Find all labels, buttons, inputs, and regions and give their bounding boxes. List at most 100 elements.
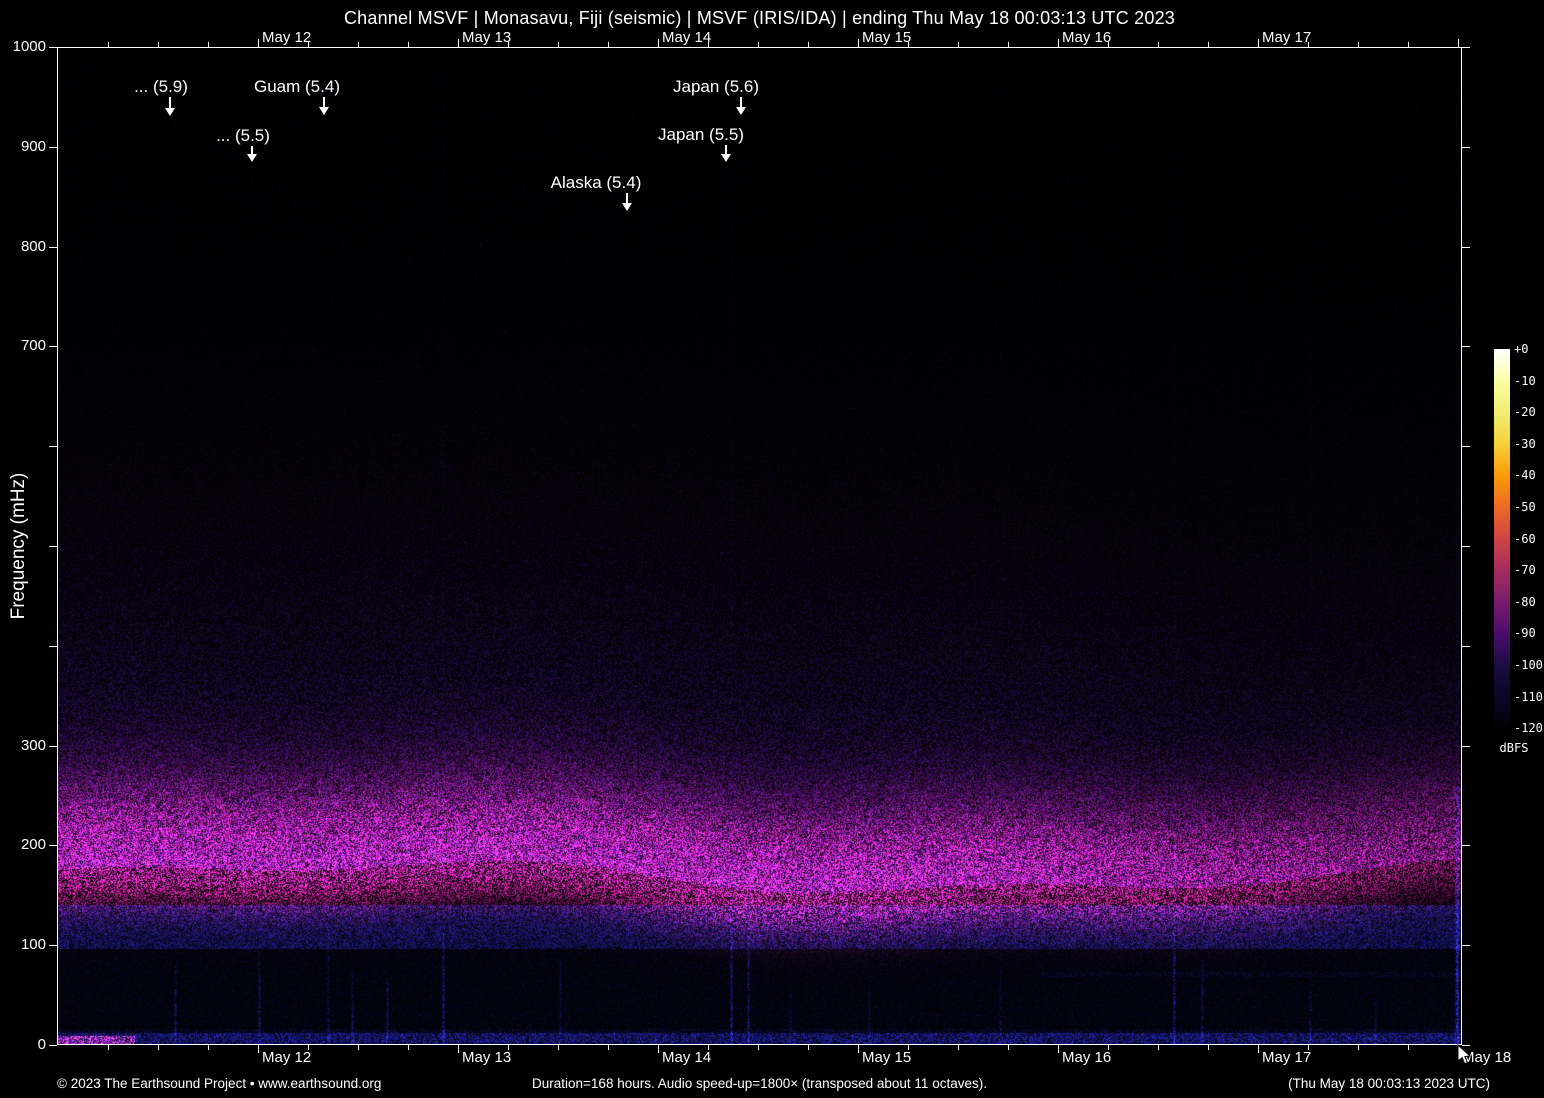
y-tick-left [49, 247, 57, 248]
x-minor-tick-top [408, 42, 409, 47]
y-tick-right [1462, 945, 1470, 946]
spectrogram-canvas [57, 47, 1462, 1045]
footer-duration-info: Duration=168 hours. Audio speed-up=1800×… [532, 1076, 987, 1091]
colorbar-tick-label: -110 [1514, 689, 1543, 704]
y-tick-left [49, 746, 57, 747]
x-minor-tick-top [208, 42, 209, 47]
colorbar-tick-label: -30 [1514, 436, 1536, 451]
y-tick-label: 900 [20, 138, 46, 155]
x-minor-tick-bottom [1358, 1045, 1359, 1050]
y-tick-right [1462, 147, 1470, 148]
y-tick-right [1462, 546, 1470, 547]
x-minor-tick-bottom [858, 1045, 859, 1053]
colorbar-tick-label: -70 [1514, 563, 1536, 578]
x-minor-tick-top [1358, 42, 1359, 47]
y-tick-right [1462, 646, 1470, 647]
x-tick-label-top: May 15 [862, 29, 912, 46]
colorbar-tick-label: -20 [1514, 405, 1536, 420]
x-minor-tick-bottom [608, 1045, 609, 1050]
annotation-arrow-down-icon [721, 145, 731, 162]
annotation-label: Alaska (5.4) [550, 173, 642, 192]
mouse-cursor-icon [1457, 1044, 1471, 1065]
x-minor-tick-bottom [1058, 1045, 1059, 1053]
colorbar-tick-label: -120 [1514, 721, 1543, 736]
x-minor-tick-bottom [1158, 1045, 1159, 1050]
y-tick-left [49, 945, 57, 946]
x-minor-tick-bottom [558, 1045, 559, 1050]
x-minor-tick-bottom [158, 1045, 159, 1050]
colorbar-unit-label: dBFS [1499, 741, 1529, 755]
x-minor-tick-bottom [108, 1045, 109, 1050]
x-tick-label-top: May 14 [662, 29, 712, 46]
chart-title: Channel MSVF | Monasavu, Fiji (seismic) … [343, 8, 1175, 28]
colorbar-tick-label: -10 [1514, 373, 1536, 388]
spectrogram-plot-area: May 12 May 13 May 14 May 15 May 16 May 17 May … [49, 29, 1511, 1066]
y-tick-right [1462, 446, 1470, 447]
x-minor-tick-bottom [1008, 1045, 1009, 1050]
x-tick-label-bottom: May 13 [462, 1049, 512, 1066]
x-minor-tick-top [958, 42, 959, 47]
x-minor-tick-top [458, 39, 459, 47]
x-tick-label-top: May 12 [262, 29, 312, 46]
y-axis-label: Frequency (mHz) [8, 472, 29, 620]
x-minor-tick-top [1408, 42, 1409, 47]
y-tick-left [49, 147, 57, 148]
footer-timestamp: (Thu May 18 00:03:13 2023 UTC) [1288, 1076, 1490, 1091]
x-axis-top-line [57, 47, 1462, 48]
x-tick-label-bottom: May 16 [1062, 1049, 1112, 1066]
y-tick-left [49, 646, 57, 647]
y-tick-right [1462, 346, 1470, 347]
x-minor-tick-bottom [458, 1045, 459, 1053]
y-tick-left [49, 47, 57, 48]
x-minor-tick-top [808, 42, 809, 47]
colorbar-tick-label: -60 [1514, 531, 1536, 546]
x-tick-label-top: May 13 [462, 29, 512, 46]
x-axis-bottom-line [57, 1044, 1462, 1045]
x-minor-tick-bottom [1258, 1045, 1259, 1053]
annotation-arrow-down-icon [165, 97, 175, 116]
x-minor-tick-top [108, 42, 109, 47]
x-tick-label-bottom: May 14 [662, 1049, 712, 1066]
x-minor-tick-bottom [1408, 1045, 1409, 1050]
spectrogram-page: Channel MSVF | Monasavu, Fiji (seismic) … [0, 0, 1544, 1098]
annotation-label: ... (5.9) [134, 77, 188, 96]
colorbar-tick-label: -50 [1514, 500, 1536, 514]
x-minor-tick-top [608, 42, 609, 47]
y-tick-left [49, 546, 57, 547]
x-minor-tick-bottom [958, 1045, 959, 1050]
x-minor-tick-bottom [408, 1045, 409, 1050]
x-tick-label-top: May 17 [1262, 29, 1312, 46]
y-tick-label: 800 [20, 238, 46, 255]
annotation-label: Guam (5.4) [254, 77, 340, 96]
x-minor-tick-bottom [358, 1045, 359, 1050]
colorbar-tick-label: -80 [1514, 594, 1536, 609]
x-minor-tick-top [1208, 42, 1209, 47]
colorbar-tick-label: -40 [1514, 468, 1536, 483]
y-axis-left-line [57, 47, 58, 1045]
y-tick-label: 1000 [12, 38, 46, 55]
y-tick-left [49, 446, 57, 447]
x-minor-tick-bottom [658, 1045, 659, 1053]
x-minor-tick-top [1258, 39, 1259, 47]
annotation-arrow-down-icon [622, 193, 632, 211]
y-tick-label: 200 [20, 836, 46, 853]
x-minor-tick-top [1008, 42, 1009, 47]
x-minor-tick-top [1158, 42, 1159, 47]
y-tick-label: 300 [20, 737, 46, 754]
x-tick-label-top: May 16 [1062, 29, 1112, 46]
y-tick-right [1462, 845, 1470, 846]
annotation-label: ... (5.5) [216, 126, 270, 145]
y-tick-left [49, 845, 57, 846]
y-tick-left [49, 1045, 57, 1046]
annotation-arrow-down-icon [247, 146, 257, 162]
colorbar-tick-label: -100 [1514, 658, 1543, 672]
y-tick-right [1462, 746, 1470, 747]
x-tick-label-bottom: May 15 [862, 1049, 912, 1066]
annotation-label: Japan (5.6) [673, 77, 759, 96]
x-minor-tick-top [258, 39, 259, 47]
x-minor-tick-top [558, 42, 559, 47]
x-minor-tick-bottom [258, 1045, 259, 1053]
x-minor-tick-bottom [1208, 1045, 1209, 1050]
x-tick-label-bottom: May 12 [262, 1049, 312, 1066]
y-tick-right [1462, 47, 1470, 48]
